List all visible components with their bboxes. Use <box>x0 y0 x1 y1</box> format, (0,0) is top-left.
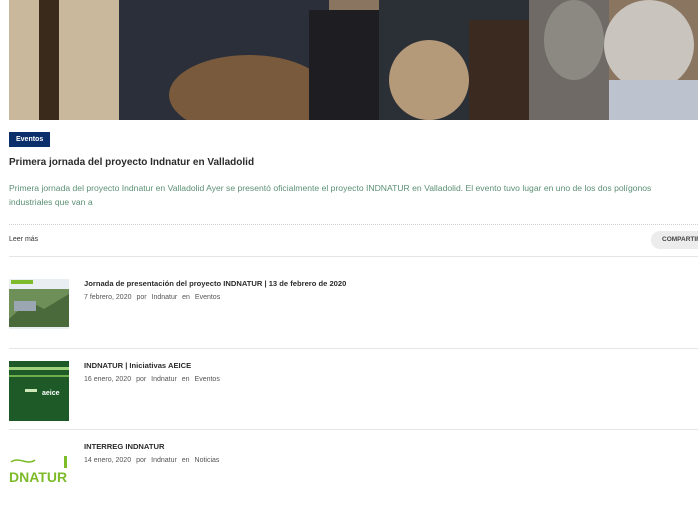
meta-by: por <box>136 457 147 464</box>
post-date[interactable]: 7 febrero, 2020 <box>84 294 131 301</box>
meta-in: en <box>181 457 190 464</box>
meta-by: por <box>136 376 147 383</box>
divider <box>9 256 698 257</box>
post-date[interactable]: 14 enero, 2020 <box>84 457 131 464</box>
post-author[interactable]: Indnatur <box>151 376 177 383</box>
related-post: DNATUR INTERREG INDNATUR 14 enero, 2020 … <box>9 442 698 504</box>
divider <box>9 224 698 225</box>
meta-in: en <box>182 294 190 301</box>
read-more-link[interactable]: Leer más <box>9 236 38 243</box>
post-meta: 7 febrero, 2020 por Indnatur en Eventos <box>84 294 223 301</box>
post-category[interactable]: Noticias <box>195 457 220 464</box>
related-post-title[interactable]: INTERREG INDNATUR <box>84 442 164 451</box>
post-excerpt: Primera jornada del proyecto Indnatur en… <box>9 183 652 207</box>
svg-text:DNATUR: DNATUR <box>9 469 67 485</box>
post-category[interactable]: Eventos <box>195 376 220 383</box>
divider <box>9 429 698 430</box>
post-thumbnail[interactable]: DNATUR <box>9 442 69 502</box>
post-title[interactable]: Primera jornada del proyecto Indnatur en… <box>9 157 254 168</box>
related-post: Jornada de presentación del proyecto IND… <box>9 279 698 341</box>
post-thumbnail[interactable] <box>9 279 69 339</box>
related-post-title[interactable]: INDNATUR | Iniciativas AEICE <box>84 361 191 370</box>
meta-in: en <box>181 376 190 383</box>
share-button[interactable]: COMPARTIR <box>651 231 698 249</box>
related-post-title[interactable]: Jornada de presentación del proyecto IND… <box>84 279 346 288</box>
post-author[interactable]: Indnatur <box>151 457 177 464</box>
post-thumbnail[interactable]: aeice <box>9 361 69 421</box>
svg-text:aeice: aeice <box>42 390 60 397</box>
divider <box>9 348 698 349</box>
meta-by: por <box>136 294 147 301</box>
hero-image[interactable] <box>9 0 698 120</box>
category-badge[interactable]: Eventos <box>9 132 51 147</box>
related-post: aeice INDNATUR | Iniciativas AEICE 16 en… <box>9 361 698 423</box>
post-date[interactable]: 16 enero, 2020 <box>84 376 131 383</box>
post-author[interactable]: Indnatur <box>152 294 178 301</box>
post-meta: 14 enero, 2020 por Indnatur en Noticias <box>84 457 222 464</box>
post-category[interactable]: Eventos <box>195 294 220 301</box>
post-meta: 16 enero, 2020 por Indnatur en Eventos <box>84 376 223 383</box>
